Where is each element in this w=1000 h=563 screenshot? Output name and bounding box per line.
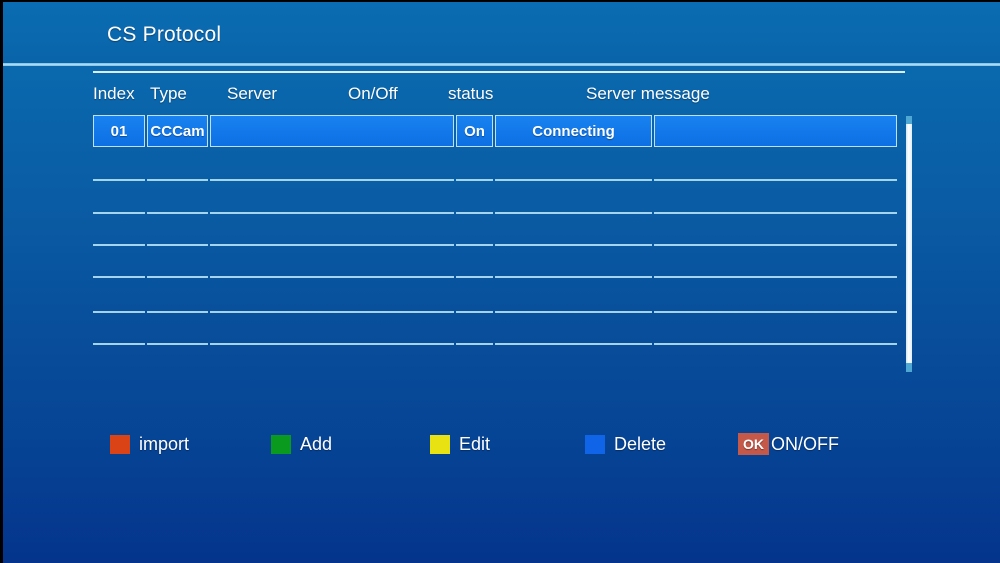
- table-top-rule: [93, 71, 905, 73]
- import-button[interactable]: import: [110, 430, 189, 458]
- cell-type: [147, 212, 208, 214]
- cell-server: [210, 179, 454, 181]
- cell-message: [654, 276, 897, 278]
- cell-message: [654, 179, 897, 181]
- column-header-server: Server: [227, 84, 277, 104]
- title-bar: CS Protocol: [3, 2, 1000, 64]
- ok-key-icon: OK: [738, 433, 769, 455]
- table-row-empty[interactable]: [93, 311, 809, 313]
- cell-index[interactable]: 01: [93, 115, 145, 147]
- cell-type: [147, 244, 208, 246]
- cell-server[interactable]: [210, 115, 454, 147]
- cell-type[interactable]: CCCam: [147, 115, 208, 147]
- cell-server: [210, 311, 454, 313]
- cell-server: [210, 244, 454, 246]
- scrollbar-cap-bottom: [906, 363, 912, 372]
- blue-key-icon: [585, 435, 605, 454]
- cell-status: [495, 343, 652, 345]
- table-row-empty[interactable]: [93, 212, 809, 214]
- cell-type: [147, 343, 208, 345]
- delete-button[interactable]: Delete: [585, 430, 666, 458]
- cell-type: [147, 311, 208, 313]
- cell-status: [495, 276, 652, 278]
- cell-status[interactable]: Connecting: [495, 115, 652, 147]
- on-off-button[interactable]: OK ON/OFF: [738, 430, 839, 458]
- cell-onoff[interactable]: On: [456, 115, 493, 147]
- edit-button[interactable]: Edit: [430, 430, 490, 458]
- column-header-message: Server message: [586, 84, 710, 104]
- column-header-type: Type: [150, 84, 187, 104]
- table-row-empty[interactable]: [93, 179, 809, 181]
- cell-server: [210, 343, 454, 345]
- add-button[interactable]: Add: [271, 430, 332, 458]
- add-button-label: Add: [300, 434, 332, 455]
- vertical-scrollbar[interactable]: [906, 116, 912, 372]
- cs-protocol-screen: CS Protocol Index Type Server On/Off sta…: [0, 0, 1000, 563]
- cell-message: [654, 244, 897, 246]
- cell-onoff: [456, 343, 493, 345]
- cell-onoff: [456, 311, 493, 313]
- cell-message: [654, 311, 897, 313]
- cell-onoff: [456, 276, 493, 278]
- cell-message: [654, 343, 897, 345]
- red-key-icon: [110, 435, 130, 454]
- cell-status: [495, 179, 652, 181]
- cell-index: [93, 343, 145, 345]
- cell-index: [93, 311, 145, 313]
- column-header-index: Index: [93, 84, 135, 104]
- yellow-key-icon: [430, 435, 450, 454]
- page-title: CS Protocol: [107, 23, 221, 47]
- green-key-icon: [271, 435, 291, 454]
- table-row-empty[interactable]: [93, 343, 809, 345]
- cell-onoff: [456, 179, 493, 181]
- cell-message: [654, 212, 897, 214]
- cell-index: [93, 179, 145, 181]
- table-row-empty[interactable]: [93, 276, 809, 278]
- cell-message[interactable]: [654, 115, 897, 147]
- column-header-status: status: [448, 84, 493, 104]
- on-off-button-label: ON/OFF: [771, 434, 839, 455]
- cell-index: [93, 212, 145, 214]
- cell-status: [495, 311, 652, 313]
- cell-index: [93, 276, 145, 278]
- table-row[interactable]: 01 CCCam On Connecting: [93, 115, 809, 147]
- title-divider: [3, 63, 1000, 66]
- cell-server: [210, 276, 454, 278]
- cell-status: [495, 244, 652, 246]
- delete-button-label: Delete: [614, 434, 666, 455]
- cell-index: [93, 244, 145, 246]
- footer-button-bar: import Add Edit Delete OK ON/OFF: [93, 430, 923, 460]
- import-button-label: import: [139, 434, 189, 455]
- table-header-row: Index Type Server On/Off status Server m…: [93, 84, 905, 110]
- cell-server: [210, 212, 454, 214]
- cell-status: [495, 212, 652, 214]
- cell-onoff: [456, 212, 493, 214]
- table-row-empty[interactable]: [93, 244, 809, 246]
- column-header-onoff: On/Off: [348, 84, 398, 104]
- edit-button-label: Edit: [459, 434, 490, 455]
- cell-type: [147, 179, 208, 181]
- cell-onoff: [456, 244, 493, 246]
- scrollbar-thumb[interactable]: [906, 124, 912, 364]
- cell-type: [147, 276, 208, 278]
